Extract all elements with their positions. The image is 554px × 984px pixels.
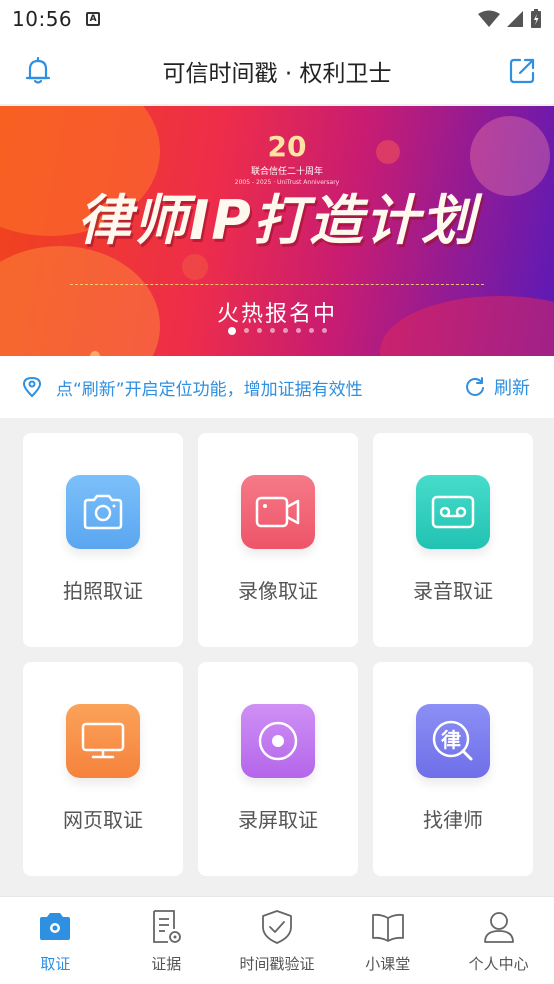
shield-check-icon — [262, 910, 292, 944]
status-indicators — [478, 9, 542, 29]
feature-label: 网页取证 — [63, 808, 143, 832]
feature-label: 找律师 — [423, 808, 483, 832]
carousel-dot[interactable] — [256, 328, 262, 333]
camera-icon — [40, 913, 71, 940]
status-time: 10:56 — [12, 7, 73, 31]
tab-evidence-capture[interactable]: 取证 — [0, 897, 111, 984]
page-title: 可信时间戳 · 权利卫士 — [162, 61, 392, 87]
share-icon[interactable] — [506, 55, 538, 87]
tab-profile[interactable]: 个人中心 — [443, 897, 554, 984]
banner-divider — [70, 284, 484, 285]
location-hint-bar: 点“刷新”开启定位功能，增加证据有效性 刷新 — [0, 356, 554, 418]
wifi-icon — [478, 10, 500, 27]
battery-icon — [531, 9, 541, 28]
tab-label: 个人中心 — [468, 955, 529, 973]
bottom-tab-bar: 取证 证据 时间戳验证 小课堂 个人中心 — [0, 896, 554, 984]
user-icon — [483, 912, 514, 943]
tab-classroom[interactable]: 小课堂 — [332, 897, 443, 984]
screen-record-icon — [241, 704, 315, 778]
carousel-dot[interactable] — [227, 327, 236, 335]
location-pin-icon — [22, 376, 42, 398]
carousel-indicator — [0, 327, 554, 335]
notification-icon: A — [86, 12, 101, 26]
feature-label: 录音取证 — [413, 579, 493, 603]
refresh-icon — [466, 377, 484, 396]
tab-label: 证据 — [151, 955, 182, 973]
promo-banner[interactable]: 20 联合信任二十周年 2005 - 2025 · UniTrust Anniv… — [0, 106, 554, 356]
banner-decoration — [182, 254, 208, 280]
feature-screen-record-evidence[interactable]: 录屏取证 — [198, 662, 358, 876]
tab-label: 取证 — [40, 955, 71, 973]
tab-label: 时间戳验证 — [239, 955, 315, 973]
refresh-button[interactable]: 刷新 — [464, 374, 530, 400]
anniversary-number: 20 — [267, 130, 307, 163]
signal-icon — [507, 11, 523, 27]
book-icon — [371, 913, 404, 942]
feature-find-lawyer[interactable]: 律 找律师 — [373, 662, 533, 876]
camera-icon — [66, 475, 140, 549]
tape-icon — [416, 475, 490, 549]
refresh-label: 刷新 — [494, 378, 530, 399]
document-icon — [153, 910, 182, 943]
svg-text:律: 律 — [441, 728, 461, 752]
carousel-dot[interactable] — [243, 328, 249, 333]
lawyer-icon: 律 — [416, 704, 490, 778]
feature-label: 录像取证 — [238, 579, 318, 603]
feature-label: 录屏取证 — [238, 808, 318, 832]
banner-subtitle: 火热报名中 — [216, 302, 337, 327]
carousel-dot[interactable] — [321, 328, 327, 333]
feature-webpage-evidence[interactable]: 网页取证 — [23, 662, 183, 876]
carousel-dot[interactable] — [282, 328, 288, 333]
feature-video-evidence[interactable]: 录像取证 — [198, 433, 358, 647]
tab-timestamp-verify[interactable]: 时间戳验证 — [222, 897, 333, 984]
status-bar: 10:56 A — [0, 0, 554, 38]
banner-decoration — [376, 140, 400, 164]
feature-photo-evidence[interactable]: 拍照取证 — [23, 433, 183, 647]
carousel-dot[interactable] — [269, 328, 275, 333]
monitor-icon — [66, 704, 140, 778]
carousel-dot[interactable] — [308, 328, 314, 333]
tab-evidence[interactable]: 证据 — [111, 897, 222, 984]
bell-icon[interactable] — [22, 55, 54, 87]
banner-title: 律师IP打造计划 — [77, 189, 477, 252]
feature-grid: 拍照取证 录像取证 录音取证 网页取证 录屏取证 律 找律师 — [0, 418, 554, 896]
location-hint-text: 点“刷新”开启定位功能，增加证据有效性 — [56, 379, 363, 400]
tab-label: 小课堂 — [365, 955, 411, 973]
carousel-dot[interactable] — [295, 328, 301, 333]
feature-label: 拍照取证 — [63, 579, 143, 603]
feature-audio-evidence[interactable]: 录音取证 — [373, 433, 533, 647]
video-icon — [241, 475, 315, 549]
app-header: 可信时间戳 · 权利卫士 — [0, 38, 554, 104]
